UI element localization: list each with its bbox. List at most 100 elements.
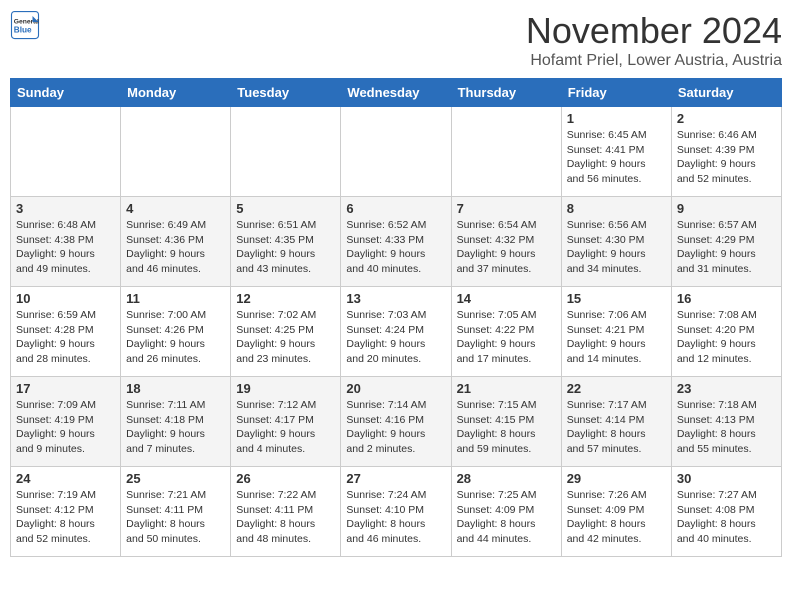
day-info: Sunrise: 7:03 AM Sunset: 4:24 PM Dayligh… bbox=[346, 308, 445, 367]
day-info: Sunrise: 6:56 AM Sunset: 4:30 PM Dayligh… bbox=[567, 218, 666, 277]
weekday-header-row: SundayMondayTuesdayWednesdayThursdayFrid… bbox=[11, 79, 782, 107]
day-number: 8 bbox=[567, 201, 666, 216]
day-info: Sunrise: 6:54 AM Sunset: 4:32 PM Dayligh… bbox=[457, 218, 556, 277]
day-number: 13 bbox=[346, 291, 445, 306]
day-info: Sunrise: 6:57 AM Sunset: 4:29 PM Dayligh… bbox=[677, 218, 776, 277]
day-number: 10 bbox=[16, 291, 115, 306]
calendar-day-cell: 23Sunrise: 7:18 AM Sunset: 4:13 PM Dayli… bbox=[671, 377, 781, 467]
day-info: Sunrise: 6:46 AM Sunset: 4:39 PM Dayligh… bbox=[677, 128, 776, 187]
day-number: 15 bbox=[567, 291, 666, 306]
calendar-day-cell: 20 Sunrise: 7:14 AM Sunset: 4:16 PM Dayli… bbox=[341, 377, 451, 467]
calendar-day-cell: 28 Sunrise: 7:25 AM Sunset: 4:09 PM Dayli… bbox=[451, 467, 561, 557]
month-title: November 2024 bbox=[526, 10, 782, 52]
day-info: Sunrise: 7:14 AM Sunset: 4:16 PM Dayligh… bbox=[346, 398, 445, 457]
calendar-day-cell: 4 Sunrise: 6:49 AM Sunset: 4:36 PM Daylig… bbox=[121, 197, 231, 287]
calendar-day-cell: 18Sunrise: 7:11 AM Sunset: 4:18 PM Dayli… bbox=[121, 377, 231, 467]
day-info: Sunrise: 7:22 AM Sunset: 4:11 PM Dayligh… bbox=[236, 488, 335, 547]
calendar-day-cell bbox=[231, 107, 341, 197]
calendar-day-cell: 14 Sunrise: 7:05 AM Sunset: 4:22 PM Dayli… bbox=[451, 287, 561, 377]
day-info: Sunrise: 7:27 AM Sunset: 4:08 PM Dayligh… bbox=[677, 488, 776, 547]
calendar-day-cell: 11 Sunrise: 7:00 AM Sunset: 4:26 PM Dayli… bbox=[121, 287, 231, 377]
calendar-day-cell: 1 Sunrise: 6:45 AM Sunset: 4:41 PM Daylig… bbox=[561, 107, 671, 197]
calendar-day-cell bbox=[121, 107, 231, 197]
calendar-week-2: 3 Sunrise: 6:48 AM Sunset: 4:38 PM Daylig… bbox=[11, 197, 782, 287]
calendar-day-cell: 30 Sunrise: 7:27 AM Sunset: 4:08 PM Dayli… bbox=[671, 467, 781, 557]
calendar-day-cell: 13 Sunrise: 7:03 AM Sunset: 4:24 PM Dayli… bbox=[341, 287, 451, 377]
day-info: Sunrise: 7:25 AM Sunset: 4:09 PM Dayligh… bbox=[457, 488, 556, 547]
calendar-day-cell bbox=[11, 107, 121, 197]
day-info: Sunrise: 7:17 AM Sunset: 4:14 PM Dayligh… bbox=[567, 398, 666, 457]
calendar-day-cell: 15 Sunrise: 7:06 AM Sunset: 4:21 PM Dayli… bbox=[561, 287, 671, 377]
calendar-day-cell: 12 Sunrise: 7:02 AM Sunset: 4:25 PM Dayli… bbox=[231, 287, 341, 377]
day-info: Sunrise: 7:24 AM Sunset: 4:10 PM Dayligh… bbox=[346, 488, 445, 547]
day-info: Sunrise: 7:12 AM Sunset: 4:17 PM Dayligh… bbox=[236, 398, 335, 457]
day-number: 6 bbox=[346, 201, 445, 216]
day-number: 5 bbox=[236, 201, 335, 216]
calendar-day-cell: 10Sunrise: 6:59 AM Sunset: 4:28 PM Dayli… bbox=[11, 287, 121, 377]
logo-icon: General Blue bbox=[10, 10, 40, 40]
day-number: 24 bbox=[16, 471, 115, 486]
day-number: 17 bbox=[16, 381, 115, 396]
day-number: 25 bbox=[126, 471, 225, 486]
calendar-week-1: 1 Sunrise: 6:45 AM Sunset: 4:41 PM Daylig… bbox=[11, 107, 782, 197]
weekday-header-wednesday: Wednesday bbox=[341, 79, 451, 107]
calendar-week-5: 24 Sunrise: 7:19 AM Sunset: 4:12 PM Dayli… bbox=[11, 467, 782, 557]
calendar-day-cell: 29 Sunrise: 7:26 AM Sunset: 4:09 PM Dayli… bbox=[561, 467, 671, 557]
day-number: 19 bbox=[236, 381, 335, 396]
weekday-header-monday: Monday bbox=[121, 79, 231, 107]
day-number: 14 bbox=[457, 291, 556, 306]
day-number: 7 bbox=[457, 201, 556, 216]
day-number: 16 bbox=[677, 291, 776, 306]
calendar-day-cell: 9 Sunrise: 6:57 AM Sunset: 4:29 PM Daylig… bbox=[671, 197, 781, 287]
day-number: 20 bbox=[346, 381, 445, 396]
calendar-day-cell: 26 Sunrise: 7:22 AM Sunset: 4:11 PM Dayli… bbox=[231, 467, 341, 557]
day-number: 12 bbox=[236, 291, 335, 306]
svg-text:Blue: Blue bbox=[14, 26, 32, 35]
day-info: Sunrise: 7:05 AM Sunset: 4:22 PM Dayligh… bbox=[457, 308, 556, 367]
calendar-day-cell: 25Sunrise: 7:21 AM Sunset: 4:11 PM Dayli… bbox=[121, 467, 231, 557]
weekday-header-thursday: Thursday bbox=[451, 79, 561, 107]
day-number: 30 bbox=[677, 471, 776, 486]
page-header: General Blue November 2024 Hofamt Priel,… bbox=[10, 10, 782, 70]
calendar-day-cell: 5 Sunrise: 6:51 AM Sunset: 4:35 PM Daylig… bbox=[231, 197, 341, 287]
title-section: November 2024 Hofamt Priel, Lower Austri… bbox=[526, 10, 782, 70]
weekday-header-tuesday: Tuesday bbox=[231, 79, 341, 107]
day-number: 3 bbox=[16, 201, 115, 216]
calendar-day-cell: 16Sunrise: 7:08 AM Sunset: 4:20 PM Dayli… bbox=[671, 287, 781, 377]
day-number: 4 bbox=[126, 201, 225, 216]
day-info: Sunrise: 7:00 AM Sunset: 4:26 PM Dayligh… bbox=[126, 308, 225, 367]
day-number: 18 bbox=[126, 381, 225, 396]
calendar-day-cell: 24 Sunrise: 7:19 AM Sunset: 4:12 PM Dayli… bbox=[11, 467, 121, 557]
calendar-day-cell: 6Sunrise: 6:52 AM Sunset: 4:33 PM Daylig… bbox=[341, 197, 451, 287]
day-info: Sunrise: 6:48 AM Sunset: 4:38 PM Dayligh… bbox=[16, 218, 115, 277]
calendar-day-cell: 8 Sunrise: 6:56 AM Sunset: 4:30 PM Daylig… bbox=[561, 197, 671, 287]
day-info: Sunrise: 7:19 AM Sunset: 4:12 PM Dayligh… bbox=[16, 488, 115, 547]
calendar-week-3: 10Sunrise: 6:59 AM Sunset: 4:28 PM Dayli… bbox=[11, 287, 782, 377]
weekday-header-saturday: Saturday bbox=[671, 79, 781, 107]
day-number: 9 bbox=[677, 201, 776, 216]
day-info: Sunrise: 6:51 AM Sunset: 4:35 PM Dayligh… bbox=[236, 218, 335, 277]
day-number: 1 bbox=[567, 111, 666, 126]
day-info: Sunrise: 7:26 AM Sunset: 4:09 PM Dayligh… bbox=[567, 488, 666, 547]
calendar-day-cell: 27Sunrise: 7:24 AM Sunset: 4:10 PM Dayli… bbox=[341, 467, 451, 557]
day-info: Sunrise: 7:09 AM Sunset: 4:19 PM Dayligh… bbox=[16, 398, 115, 457]
calendar-day-cell: 2Sunrise: 6:46 AM Sunset: 4:39 PM Daylig… bbox=[671, 107, 781, 197]
calendar-day-cell: 21 Sunrise: 7:15 AM Sunset: 4:15 PM Dayli… bbox=[451, 377, 561, 467]
calendar-day-cell: 19 Sunrise: 7:12 AM Sunset: 4:17 PM Dayli… bbox=[231, 377, 341, 467]
day-number: 21 bbox=[457, 381, 556, 396]
weekday-header-sunday: Sunday bbox=[11, 79, 121, 107]
day-info: Sunrise: 7:02 AM Sunset: 4:25 PM Dayligh… bbox=[236, 308, 335, 367]
day-number: 11 bbox=[126, 291, 225, 306]
day-info: Sunrise: 6:49 AM Sunset: 4:36 PM Dayligh… bbox=[126, 218, 225, 277]
calendar-day-cell: 3 Sunrise: 6:48 AM Sunset: 4:38 PM Daylig… bbox=[11, 197, 121, 287]
location-subtitle: Hofamt Priel, Lower Austria, Austria bbox=[526, 52, 782, 70]
logo: General Blue bbox=[10, 10, 40, 40]
day-number: 29 bbox=[567, 471, 666, 486]
day-info: Sunrise: 7:15 AM Sunset: 4:15 PM Dayligh… bbox=[457, 398, 556, 457]
day-info: Sunrise: 7:06 AM Sunset: 4:21 PM Dayligh… bbox=[567, 308, 666, 367]
day-number: 28 bbox=[457, 471, 556, 486]
day-number: 26 bbox=[236, 471, 335, 486]
day-info: Sunrise: 6:45 AM Sunset: 4:41 PM Dayligh… bbox=[567, 128, 666, 187]
calendar-table: SundayMondayTuesdayWednesdayThursdayFrid… bbox=[10, 78, 782, 557]
weekday-header-friday: Friday bbox=[561, 79, 671, 107]
